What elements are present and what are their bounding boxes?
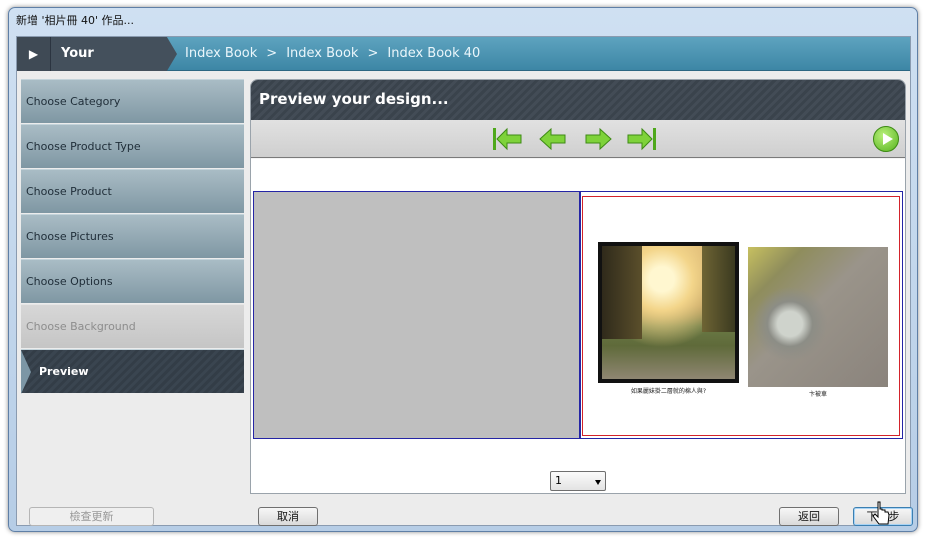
- preview-toolbar: [251, 120, 905, 158]
- check-update-button: 檢查更新: [29, 507, 154, 526]
- dialog-window: 新增 '相片冊 40' 作品... ▶ Your Selections: Ind…: [8, 7, 918, 532]
- breadcrumb-item[interactable]: Index Book: [286, 37, 358, 71]
- dialog-client: ▶ Your Selections: Index Book > Index Bo…: [16, 36, 913, 526]
- breadcrumb-item[interactable]: Index Book 40: [387, 37, 480, 71]
- nav-item-choose-pictures[interactable]: Choose Pictures: [21, 214, 244, 258]
- nav-item-choose-category[interactable]: Choose Category: [21, 79, 244, 123]
- breadcrumb-path: Index Book > Index Book > Index Book 40: [185, 37, 480, 71]
- preview-panel: Preview your design... 如果麗妹掛二層就的棉人與? 卞被車…: [250, 79, 906, 494]
- window-title: 新增 '相片冊 40' 作品...: [16, 14, 135, 27]
- page-margin-guide: 如果麗妹掛二層就的棉人與? 卞被車: [582, 196, 900, 436]
- photo-caption: 如果麗妹掛二層就的棉人與?: [630, 388, 707, 395]
- left-page: [253, 191, 580, 439]
- step-nav: Choose Category Choose Product Type Choo…: [21, 79, 244, 395]
- breadcrumb-label: Your Selections:: [51, 37, 177, 71]
- panel-title: Preview your design...: [251, 80, 905, 120]
- last-page-icon[interactable]: [626, 126, 658, 152]
- page-select[interactable]: 1: [550, 471, 606, 491]
- nav-item-choose-options[interactable]: Choose Options: [21, 259, 244, 303]
- next-page-icon[interactable]: [582, 126, 614, 152]
- prev-page-icon[interactable]: [537, 126, 569, 152]
- first-page-icon[interactable]: [491, 126, 523, 152]
- nav-item-choose-product[interactable]: Choose Product: [21, 169, 244, 213]
- chevron-down-icon: [595, 480, 601, 485]
- breadcrumb-toggle-button[interactable]: ▶: [17, 37, 51, 71]
- nav-item-preview[interactable]: Preview: [21, 349, 244, 394]
- cancel-button[interactable]: 取消: [258, 507, 318, 526]
- mouse-cursor-icon: [872, 501, 890, 525]
- nav-item-choose-product-type[interactable]: Choose Product Type: [21, 124, 244, 168]
- play-icon[interactable]: [873, 126, 899, 152]
- nav-item-choose-background: Choose Background: [21, 304, 244, 348]
- breadcrumb-separator: >: [367, 46, 379, 61]
- photo-caption: 卞被車: [808, 391, 827, 398]
- breadcrumb-item[interactable]: Index Book: [185, 37, 257, 71]
- photo-2: [748, 247, 888, 387]
- page-select-value: 1: [555, 474, 562, 487]
- book-preview: 如果麗妹掛二層就的棉人與? 卞被車 1: [251, 159, 905, 493]
- photo-1: [598, 242, 739, 383]
- right-page: 如果麗妹掛二層就的棉人與? 卞被車: [580, 191, 903, 439]
- breadcrumb-separator: >: [266, 46, 278, 61]
- breadcrumb: ▶ Your Selections: Index Book > Index Bo…: [17, 37, 910, 71]
- back-button[interactable]: 返回: [779, 507, 839, 526]
- triangle-right-icon: ▶: [28, 47, 39, 61]
